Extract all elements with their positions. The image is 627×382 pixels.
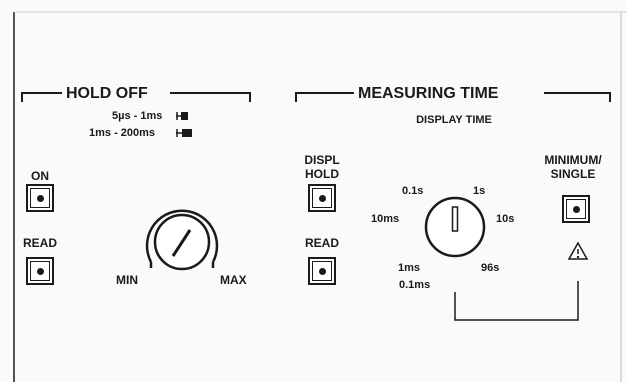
displ-hold-label-line2: HOLD: [305, 167, 339, 181]
displ-hold-button[interactable]: [308, 184, 336, 212]
button-led-icon: [318, 267, 326, 275]
holdoff-knob-min-label: MIN: [116, 273, 138, 287]
dial-label-10s: 10s: [496, 213, 515, 225]
button-led-icon: [36, 194, 44, 202]
holdoff-range-short: 5µs - 1ms: [112, 110, 163, 122]
button-led-icon: [36, 267, 44, 275]
dial-label-1ms: 1ms: [398, 262, 421, 274]
holdoff-read-label: READ: [22, 236, 58, 250]
holdoff-read-button[interactable]: [26, 257, 54, 285]
measuring-read-button[interactable]: [308, 257, 336, 285]
dial-label-10ms: 10ms: [371, 213, 400, 225]
holdoff-knob[interactable]: [145, 209, 219, 271]
warning-triangle-icon: [567, 241, 589, 260]
button-led-icon: [318, 194, 326, 202]
measuring-title: MEASURING TIME: [358, 85, 499, 102]
dial-label-0.1ms: 0.1ms: [399, 279, 431, 291]
dial-label-96s: 96s: [481, 262, 500, 274]
display-time-label: DISPLAY TIME: [416, 114, 492, 126]
holdoff-on-button[interactable]: [26, 184, 54, 212]
displ-hold-label-line1: DISPL: [304, 153, 340, 167]
holdoff-on-label: ON: [31, 169, 49, 183]
min-single-link-line: [454, 281, 579, 321]
measuring-read-label: READ: [304, 236, 340, 250]
button-led-icon: [572, 205, 580, 213]
holdoff-title: HOLD OFF: [66, 85, 148, 102]
dial-label-0.1s: 0.1s: [402, 185, 424, 197]
display-time-dial[interactable]: [424, 196, 486, 258]
minimum-single-label-line2: SINGLE: [550, 167, 596, 181]
minimum-single-label-line1: MINIMUM/: [544, 153, 602, 167]
hold-off-indicator-icon: [176, 112, 192, 137]
minimum-single-button[interactable]: [562, 195, 590, 223]
dial-label-1s: 1s: [473, 185, 486, 197]
holdoff-range-long: 1ms - 200ms: [89, 127, 156, 139]
front-panel: HOLD OFF 5µs - 1ms 1ms - 200ms ON READ M…: [0, 0, 627, 382]
holdoff-knob-max-label: MAX: [220, 273, 247, 287]
